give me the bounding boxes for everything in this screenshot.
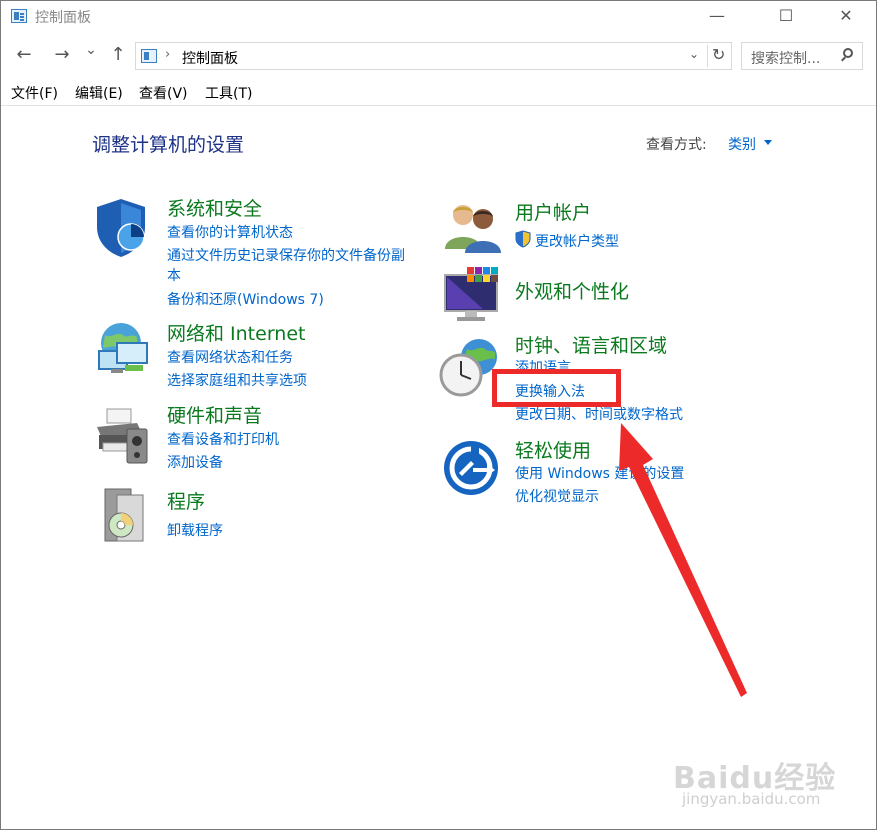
users-icon	[445, 205, 501, 253]
programs-icon	[104, 488, 144, 542]
network-icon	[98, 323, 148, 373]
menu-bar: 文件(F) 编辑(E) 查看(V) 工具(T)	[1, 81, 876, 106]
search-icon[interactable]	[843, 48, 853, 58]
user-accounts-title[interactable]: 用户帐户	[515, 198, 591, 225]
appearance-title[interactable]: 外观和个性化	[515, 277, 629, 304]
link-optimize-visual-display[interactable]: 优化视觉显示	[515, 486, 599, 506]
up-arrow-icon[interactable]: ↑	[107, 44, 129, 65]
link-file-history-backup[interactable]: 通过文件历史记录保存你的文件备份副	[167, 245, 405, 265]
control-panel-icon	[141, 49, 157, 63]
network-internet-title[interactable]: 网络和 Internet	[167, 319, 305, 346]
close-button[interactable]: ✕	[823, 1, 869, 33]
monitor-icon	[444, 267, 498, 321]
address-bar[interactable]: › 控制面板 ⌄ ↻	[135, 42, 732, 70]
menu-tools[interactable]: 工具(T)	[205, 83, 252, 103]
link-add-device[interactable]: 添加设备	[167, 452, 223, 472]
menu-edit[interactable]: 编辑(E)	[75, 83, 123, 103]
menu-file[interactable]: 文件(F)	[11, 83, 58, 103]
title-bar: 控制面板 — ☐ ✕	[1, 1, 876, 33]
system-security-title[interactable]: 系统和安全	[167, 194, 262, 221]
refresh-icon[interactable]: ↻	[707, 45, 725, 67]
link-backup-restore[interactable]: 备份和还原(Windows 7)	[167, 289, 324, 309]
address-dropdown-chevron-icon[interactable]: ⌄	[689, 47, 699, 61]
link-view-computer-status[interactable]: 查看你的计算机状态	[167, 222, 293, 242]
hardware-sound-title[interactable]: 硬件和声音	[167, 401, 262, 428]
back-arrow-icon[interactable]: ←	[13, 44, 35, 65]
minimize-button[interactable]: —	[694, 1, 740, 33]
annotation-highlight-box	[492, 369, 621, 407]
link-devices-printers[interactable]: 查看设备和打印机	[167, 429, 279, 449]
link-uninstall-program[interactable]: 卸载程序	[167, 520, 223, 540]
link-change-account-type[interactable]: 更改帐户类型	[535, 231, 619, 251]
menu-view[interactable]: 查看(V)	[139, 83, 188, 103]
ease-of-access-icon	[444, 441, 498, 495]
view-by-label: 查看方式:	[646, 137, 707, 153]
uac-shield-icon	[515, 230, 531, 248]
shield-icon	[97, 199, 145, 257]
forward-arrow-icon[interactable]: →	[51, 44, 73, 65]
clock-language-region-title[interactable]: 时钟、语言和区域	[515, 331, 667, 358]
ease-of-access-title[interactable]: 轻松使用	[515, 436, 591, 463]
search-placeholder: 搜索控制...	[751, 51, 821, 67]
view-by-dropdown[interactable]: 类别	[728, 134, 756, 154]
maximize-button[interactable]: ☐	[763, 1, 809, 33]
baidu-watermark-url: jingyan.baidu.com	[682, 790, 821, 808]
control-panel-window: 控制面板 — ☐ ✕ ← → ⌄ ↑ › 控制面板 ⌄ ↻ 搜索控制... 文件…	[0, 0, 877, 830]
control-panel-icon	[11, 9, 27, 23]
programs-title[interactable]: 程序	[167, 487, 205, 514]
printer-icon	[97, 408, 148, 464]
breadcrumb-separator-icon: ›	[165, 47, 171, 62]
page-title: 调整计算机的设置	[92, 134, 245, 156]
recent-locations-chevron-icon[interactable]: ⌄	[83, 42, 99, 58]
annotation-arrow-icon	[619, 423, 747, 697]
link-homegroup-sharing[interactable]: 选择家庭组和共享选项	[167, 370, 307, 390]
window-title: 控制面板	[35, 10, 91, 26]
view-by-caret-icon[interactable]	[764, 140, 772, 145]
search-box[interactable]: 搜索控制...	[741, 42, 863, 70]
link-file-history-backup-wrap[interactable]: 本	[167, 265, 181, 285]
link-network-status[interactable]: 查看网络状态和任务	[167, 347, 293, 367]
breadcrumb-control-panel[interactable]: 控制面板	[182, 48, 238, 68]
